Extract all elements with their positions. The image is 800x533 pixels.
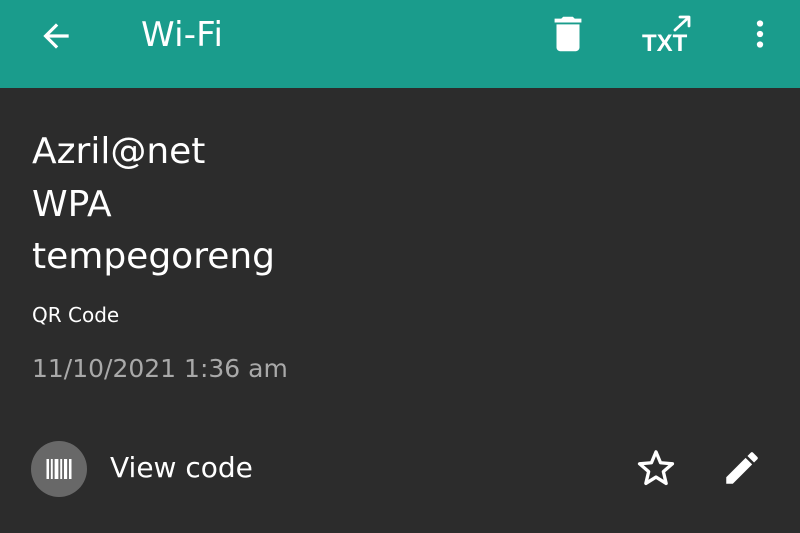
arrow-left-icon [43, 23, 69, 49]
network-ssid: Azril@net [32, 131, 206, 172]
network-password: tempegoreng [32, 236, 276, 277]
view-code-row[interactable]: View code [0, 430, 800, 506]
more-vert-icon [756, 20, 764, 48]
delete-button[interactable] [544, 10, 592, 58]
star-outline-icon [637, 450, 675, 486]
app-bar-title: Wi-Fi [141, 15, 224, 55]
pencil-icon [726, 452, 758, 484]
scan-detail: Azril@net WPA tempegoreng QR Code 11/10/… [0, 88, 800, 533]
more-options-button[interactable] [740, 10, 780, 58]
view-code-button[interactable]: View code [110, 449, 253, 487]
back-button[interactable] [28, 14, 84, 58]
network-security: WPA [32, 184, 112, 225]
scan-timestamp: 11/10/2021 1:36 am [32, 354, 288, 383]
barcode-avatar [31, 441, 87, 497]
screen: Wi-Fi TXT Azril@net WPA tempegoreng QR C… [0, 0, 800, 533]
barcode-icon [46, 459, 72, 479]
export-txt-icon: TXT [642, 15, 691, 57]
export-txt-button[interactable]: TXT [638, 10, 702, 60]
code-format: QR Code [32, 303, 120, 327]
trash-icon [554, 16, 582, 52]
favorite-button[interactable] [628, 440, 684, 496]
edit-button[interactable] [715, 440, 769, 496]
app-bar: Wi-Fi TXT [0, 0, 800, 88]
export-txt-label: TXT [642, 30, 688, 57]
